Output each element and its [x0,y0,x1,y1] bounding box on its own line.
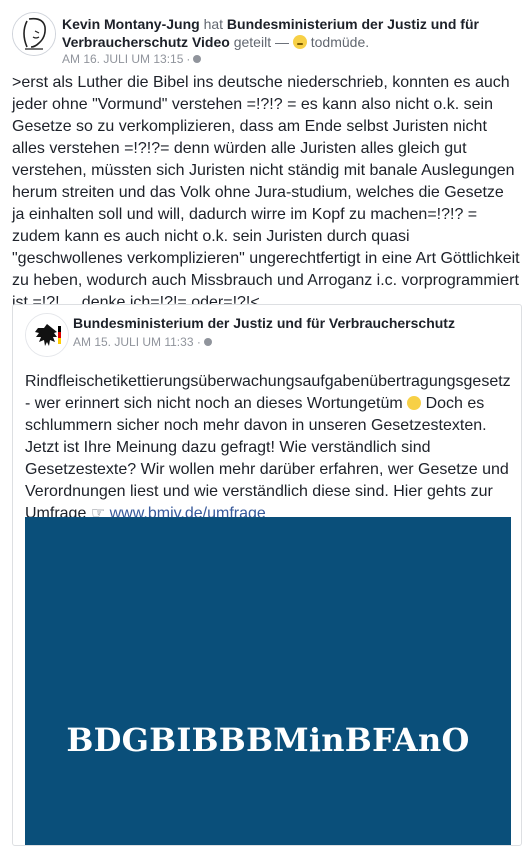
federal-eagle-icon [26,314,68,356]
shared-text: Rindfleischetikettierungsüberwachungsauf… [25,371,511,525]
author-name[interactable]: Kevin Montany-Jung [62,16,200,32]
shared-text-part2: Doch es schlummern sicher noch mehr davo… [25,395,509,522]
author-avatar[interactable] [12,12,56,56]
sleepy-face-icon [292,35,307,49]
thumbnail-title: BDGBIBBBMinBFAnO [66,721,470,759]
globe-icon [193,55,202,63]
feeling-dash: — [274,34,289,50]
sketch-face-icon [13,13,55,55]
shared-meta: AM 15. JULI UM 11:33 · [73,335,213,349]
video-thumbnail[interactable]: BDGBIBBBMinBFAnO [25,517,511,845]
meta-dot: · [186,52,191,66]
shared-date[interactable]: AM 15. JULI UM 11:33 [73,335,194,349]
post-header-text: Kevin Montany-Jung hat Bundesministerium… [62,15,517,51]
feeling-label: todmüde. [310,34,370,50]
post-text: >erst als Luther die Bibel ins deutsche … [12,74,520,311]
post-meta: AM 16. JULI UM 13:15 · [62,52,202,66]
shared-globe-icon [204,338,213,346]
shared-card[interactable]: Bundesministerium der Justiz und für Ver… [12,304,522,846]
verb-label: hat [203,16,224,32]
shared-page-name[interactable]: Bundesministerium der Justiz und für Ver… [73,315,455,331]
shared-object-link[interactable]: Video [192,34,230,50]
post-date[interactable]: AM 16. JULI UM 13:15 [62,52,183,66]
shared-meta-dot: · [196,335,201,349]
action-label: geteilt [233,34,272,50]
smiling-face-icon [407,396,422,410]
page-avatar[interactable] [25,313,69,357]
post-header: Kevin Montany-Jung hat Bundesministerium… [12,10,517,66]
